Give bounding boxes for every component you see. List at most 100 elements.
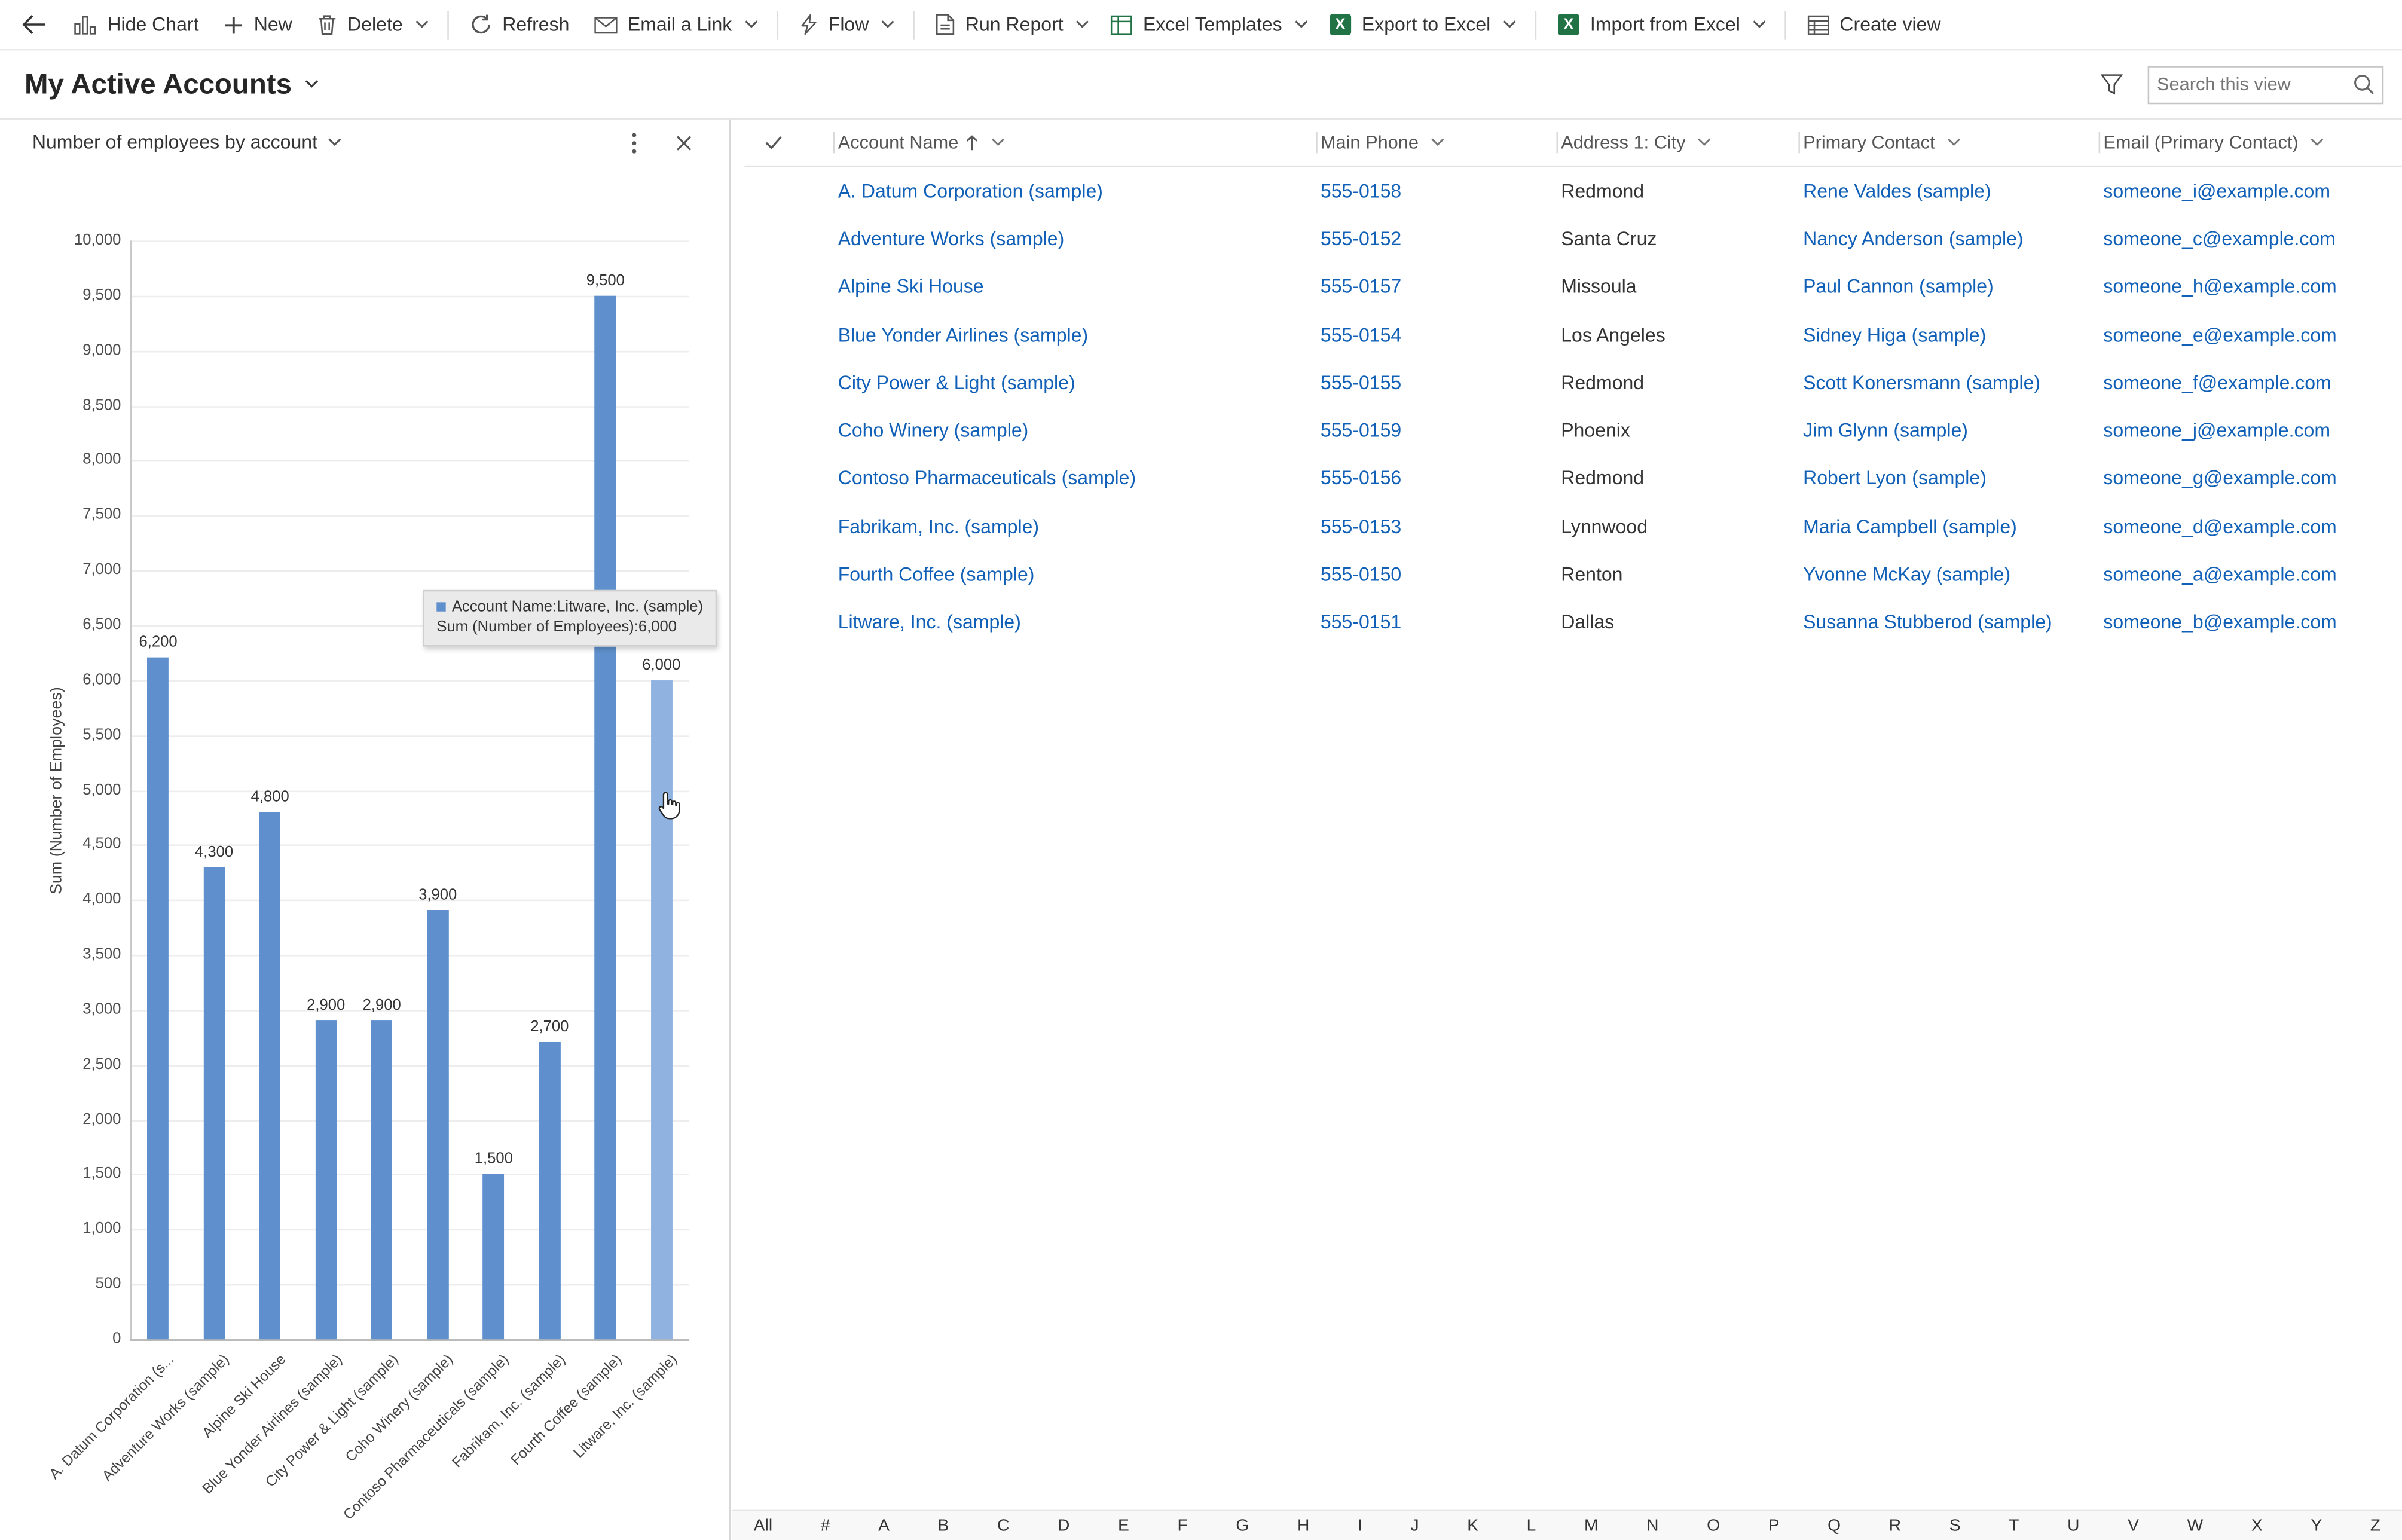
phone-link[interactable]: 555-0153 [1321, 516, 1401, 537]
phone-link[interactable]: 555-0150 [1321, 564, 1401, 585]
toolbar-refresh-button[interactable]: Refresh [458, 5, 582, 45]
chevron-down-icon[interactable] [744, 20, 767, 29]
chevron-down-icon[interactable] [881, 20, 904, 29]
chart-bar[interactable] [259, 812, 281, 1340]
chevron-down-icon[interactable] [1431, 138, 1444, 147]
jumpbar-a[interactable]: A [878, 1516, 890, 1535]
phone-link[interactable]: 555-0156 [1321, 468, 1401, 490]
chart-bar[interactable] [203, 866, 225, 1340]
table-row[interactable]: A. Datum Corporation (sample) 555-0158 Red… [744, 167, 2402, 215]
jumpbar-w[interactable]: W [2187, 1516, 2204, 1535]
phone-link[interactable]: 555-0154 [1321, 324, 1401, 346]
table-row[interactable]: Fourth Coffee (sample) 555-0150 Renton Yvon… [744, 551, 2402, 598]
row-select-cell[interactable] [744, 503, 835, 551]
jumpbar-q[interactable]: Q [1828, 1516, 1841, 1535]
account-link[interactable]: A. Datum Corporation (sample) [838, 181, 1103, 202]
phone-link[interactable]: 555-0158 [1321, 181, 1401, 202]
contact-link[interactable]: Sidney Higa (sample) [1803, 324, 1986, 346]
jumpbar-p[interactable]: P [1768, 1516, 1780, 1535]
contact-link[interactable]: Maria Campbell (sample) [1803, 516, 2017, 537]
account-link[interactable]: Fabrikam, Inc. (sample) [838, 516, 1039, 537]
contact-link[interactable]: Susanna Stubberod (sample) [1803, 612, 2052, 634]
chart-bar[interactable] [650, 680, 673, 1340]
contact-link[interactable]: Robert Lyon (sample) [1803, 468, 1987, 490]
toolbar-email-a-link-button[interactable]: Email a Link [582, 5, 744, 45]
chart-bar[interactable] [315, 1020, 337, 1340]
toolbar-delete-button[interactable]: Delete [304, 5, 415, 45]
email-link[interactable]: someone_d@example.com [2103, 516, 2336, 537]
table-row[interactable]: Fabrikam, Inc. (sample) 555-0153 Lynnwood M… [744, 503, 2402, 551]
chart-bar[interactable] [427, 910, 449, 1340]
phone-link[interactable]: 555-0151 [1321, 612, 1401, 634]
email-link[interactable]: someone_i@example.com [2103, 181, 2330, 202]
email-link[interactable]: someone_g@example.com [2103, 468, 2336, 490]
chart-bar[interactable] [371, 1020, 393, 1340]
table-row[interactable]: Alpine Ski House 555-0157 Missoula Paul Can… [744, 263, 2402, 311]
account-link[interactable]: Litware, Inc. (sample) [838, 612, 1021, 634]
jumpbar-e[interactable]: E [1118, 1516, 1129, 1535]
jumpbar-r[interactable]: R [1889, 1516, 1901, 1535]
chart-bar[interactable] [482, 1174, 505, 1340]
row-select-cell[interactable] [744, 455, 835, 503]
chart-bar[interactable] [539, 1043, 561, 1340]
toolbar-new-button[interactable]: New [211, 5, 304, 45]
jumpbar-g[interactable]: G [1236, 1516, 1249, 1535]
toolbar-excel-templates-button[interactable]: Excel Templates [1099, 5, 1294, 45]
row-select-cell[interactable] [744, 263, 835, 311]
chevron-down-icon[interactable] [991, 138, 1004, 147]
jumpbar-b[interactable]: B [938, 1516, 949, 1535]
row-select-cell[interactable] [744, 598, 835, 646]
jumpbar-f[interactable]: F [1177, 1516, 1187, 1535]
jumpbar-[interactable]: # [821, 1516, 830, 1535]
chevron-down-icon[interactable] [1698, 138, 1712, 147]
table-row[interactable]: Adventure Works (sample) 555-0152 Santa Cr… [744, 215, 2402, 263]
table-row[interactable]: Litware, Inc. (sample) 555-0151 Dallas Susa… [744, 598, 2402, 646]
phone-link[interactable]: 555-0155 [1321, 372, 1401, 393]
jumpbar-j[interactable]: J [1410, 1516, 1419, 1535]
row-select-cell[interactable] [744, 311, 835, 359]
toolbar-hide-chart-button[interactable]: Hide Chart [62, 5, 211, 45]
email-link[interactable]: someone_b@example.com [2103, 612, 2336, 634]
email-link[interactable]: someone_a@example.com [2103, 564, 2336, 585]
column-header-email-primary-contact[interactable]: Email (Primary Contact) [2098, 120, 2402, 166]
jumpbar-d[interactable]: D [1058, 1516, 1069, 1535]
toolbar-flow-button[interactable]: Flow [787, 5, 881, 45]
jumpbar-x[interactable]: X [2251, 1516, 2263, 1535]
table-row[interactable]: Coho Winery (sample) 555-0159 Phoenix Jim G… [744, 407, 2402, 454]
contact-link[interactable]: Scott Konersmann (sample) [1803, 372, 2040, 393]
phone-link[interactable]: 555-0159 [1321, 420, 1401, 442]
email-link[interactable]: someone_c@example.com [2103, 228, 2336, 250]
phone-link[interactable]: 555-0157 [1321, 276, 1401, 298]
filter-button[interactable] [2094, 68, 2129, 101]
email-link[interactable]: someone_j@example.com [2103, 420, 2330, 442]
chart-more-button[interactable] [628, 128, 641, 157]
jumpbar-y[interactable]: Y [2311, 1516, 2322, 1535]
jumpbar-k[interactable]: K [1467, 1516, 1478, 1535]
account-link[interactable]: Alpine Ski House [838, 276, 984, 298]
jumpbar-t[interactable]: T [2009, 1516, 2019, 1535]
jumpbar-n[interactable]: N [1646, 1516, 1658, 1535]
search-input[interactable] [2157, 74, 2353, 95]
back-button[interactable] [6, 5, 61, 45]
table-row[interactable]: Contoso Pharmaceuticals (sample) 555-0156… [744, 455, 2402, 503]
contact-link[interactable]: Nancy Anderson (sample) [1803, 228, 2024, 250]
account-link[interactable]: City Power & Light (sample) [838, 372, 1075, 393]
jumpbar-c[interactable]: C [997, 1516, 1009, 1535]
email-link[interactable]: someone_e@example.com [2103, 324, 2336, 346]
toolbar-import-from-excel-button[interactable]: X Import from Excel [1546, 5, 1753, 45]
account-link[interactable]: Adventure Works (sample) [838, 228, 1065, 250]
account-link[interactable]: Contoso Pharmaceuticals (sample) [838, 468, 1136, 490]
search-icon[interactable] [2353, 74, 2375, 95]
jumpbar-z[interactable]: Z [2370, 1516, 2380, 1535]
column-header-address-1-city[interactable]: Address 1: City [1556, 120, 1800, 166]
jumpbar-s[interactable]: S [1949, 1516, 1961, 1535]
row-select-cell[interactable] [744, 407, 835, 454]
table-row[interactable]: Blue Yonder Airlines (sample) 555-0154 Los… [744, 311, 2402, 359]
jumpbar-i[interactable]: I [1358, 1516, 1362, 1535]
jumpbar-o[interactable]: O [1707, 1516, 1720, 1535]
row-select-cell[interactable] [744, 359, 835, 407]
account-link[interactable]: Blue Yonder Airlines (sample) [838, 324, 1088, 346]
chevron-down-icon[interactable] [2311, 138, 2324, 147]
row-select-cell[interactable] [744, 215, 835, 263]
jumpbar-all[interactable]: All [754, 1516, 772, 1535]
